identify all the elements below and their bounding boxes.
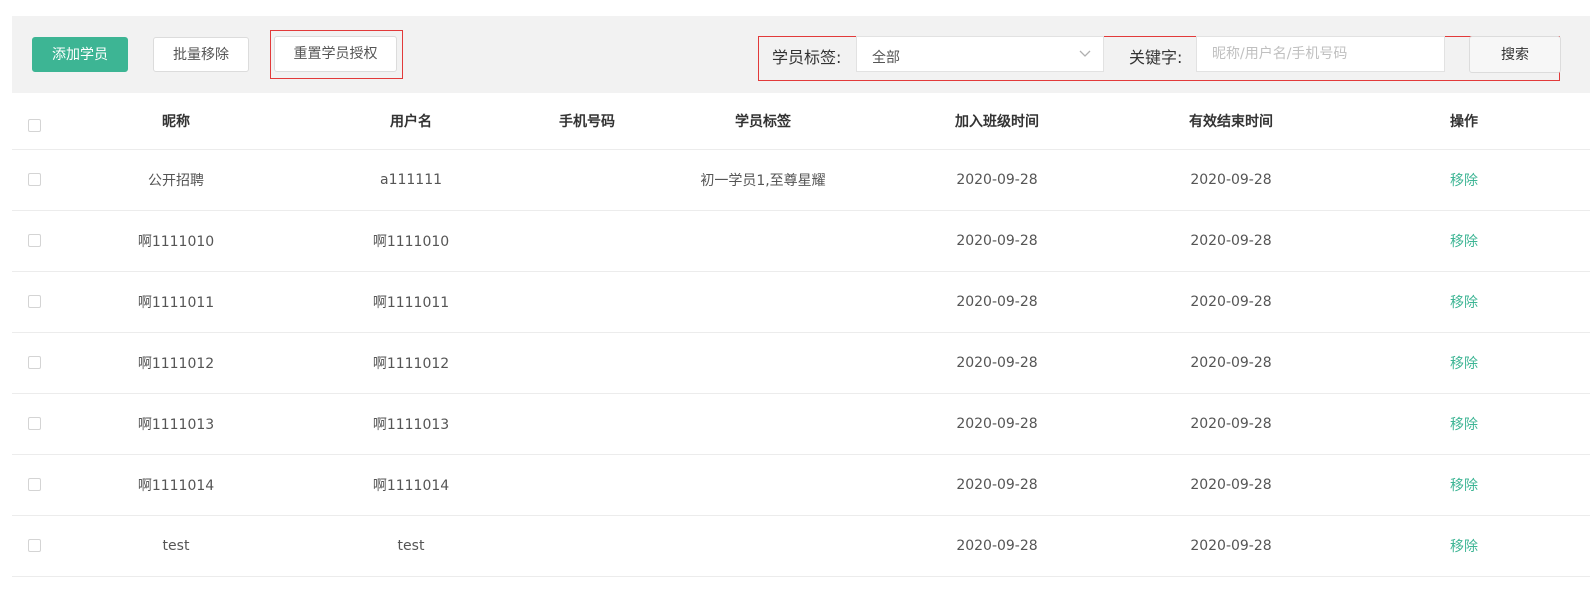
expiry-date-cell: 2020-09-28 [1190,416,1272,432]
table-row: 啊1111011 啊1111011 2020-09-28 2020-09-28 … [12,272,1590,333]
reset-authorization-button[interactable]: 重置学员授权 [274,36,397,72]
expiry-date-cell: 2020-09-28 [1190,538,1272,554]
keyword-label: 关键字: [1129,48,1183,67]
remove-link[interactable]: 移除 [1450,333,1478,393]
username-cell: 啊1111014 [372,478,450,494]
student-table: 昵称 用户名 手机号码 学员标签 加入班级时间 有效结束时间 操作 公开招聘 a… [12,93,1590,577]
column-header-joined: 加入班级时间 [955,114,1039,130]
row-checkbox[interactable] [28,417,41,430]
username-cell: a111111 [379,172,443,188]
tags-cell: 初一学员1,至尊星耀 [700,173,826,189]
row-checkbox[interactable] [28,295,41,308]
expiry-date-cell: 2020-09-28 [1190,477,1272,493]
joined-date-cell: 2020-09-28 [956,416,1038,432]
student-tag-selected-value: 全部 [872,50,900,66]
search-button[interactable]: 搜索 [1469,36,1561,73]
column-header-username: 用户名 [390,114,432,130]
row-checkbox[interactable] [28,539,41,552]
column-header-nickname: 昵称 [162,114,190,130]
column-header-tags: 学员标签 [735,114,791,130]
table-row: 啊1111014 啊1111014 2020-09-28 2020-09-28 … [12,455,1590,516]
add-student-button[interactable]: 添加学员 [32,37,128,72]
nickname-cell: 啊1111011 [137,295,215,311]
joined-date-cell: 2020-09-28 [956,233,1038,249]
username-cell: 啊1111010 [372,234,450,250]
select-all-checkbox[interactable] [28,119,41,132]
table-row: test test 2020-09-28 2020-09-28 移除 [12,516,1590,577]
remove-link[interactable]: 移除 [1450,394,1478,454]
expiry-date-cell: 2020-09-28 [1190,172,1272,188]
row-checkbox[interactable] [28,478,41,491]
joined-date-cell: 2020-09-28 [956,172,1038,188]
table-header-row: 昵称 用户名 手机号码 学员标签 加入班级时间 有效结束时间 操作 [12,93,1590,150]
keyword-search-input[interactable] [1196,36,1445,72]
chevron-down-icon [1079,50,1091,57]
column-header-phone: 手机号码 [559,114,615,130]
username-cell: test [397,538,425,554]
student-management-page: 添加学员 批量移除 重置学员授权 学员标签: 全部 关键字: 搜索 昵称 用户名… [0,0,1590,591]
joined-date-cell: 2020-09-28 [956,294,1038,310]
row-checkbox[interactable] [28,173,41,186]
table-row: 啊1111010 啊1111010 2020-09-28 2020-09-28 … [12,211,1590,272]
student-tag-label: 学员标签: [772,48,842,67]
remove-link[interactable]: 移除 [1450,211,1478,271]
expiry-date-cell: 2020-09-28 [1190,294,1272,310]
nickname-cell: test [162,538,190,554]
username-cell: 啊1111013 [372,417,450,433]
expiry-date-cell: 2020-09-28 [1190,233,1272,249]
nickname-cell: 啊1111012 [137,356,215,372]
table-row: 啊1111012 啊1111012 2020-09-28 2020-09-28 … [12,333,1590,394]
nickname-cell: 公开招聘 [148,173,204,189]
nickname-cell: 啊1111014 [137,478,215,494]
nickname-cell: 啊1111013 [137,417,215,433]
expiry-date-cell: 2020-09-28 [1190,355,1272,371]
row-checkbox[interactable] [28,356,41,369]
username-cell: 啊1111011 [372,295,450,311]
joined-date-cell: 2020-09-28 [956,477,1038,493]
row-checkbox[interactable] [28,234,41,247]
joined-date-cell: 2020-09-28 [956,355,1038,371]
toolbar: 添加学员 批量移除 重置学员授权 学员标签: 全部 关键字: 搜索 [12,16,1590,93]
remove-link[interactable]: 移除 [1450,272,1478,332]
student-tag-select[interactable]: 全部 [856,36,1104,72]
username-cell: 啊1111012 [372,356,450,372]
table-row: 公开招聘 a111111 初一学员1,至尊星耀 2020-09-28 2020-… [12,150,1590,211]
column-header-expires: 有效结束时间 [1189,114,1273,130]
remove-link[interactable]: 移除 [1450,516,1478,576]
joined-date-cell: 2020-09-28 [956,538,1038,554]
nickname-cell: 啊1111010 [137,234,215,250]
remove-link[interactable]: 移除 [1450,150,1478,210]
batch-remove-button[interactable]: 批量移除 [153,37,249,72]
remove-link[interactable]: 移除 [1450,455,1478,515]
column-header-actions: 操作 [1450,114,1478,130]
table-row: 啊1111013 啊1111013 2020-09-28 2020-09-28 … [12,394,1590,455]
